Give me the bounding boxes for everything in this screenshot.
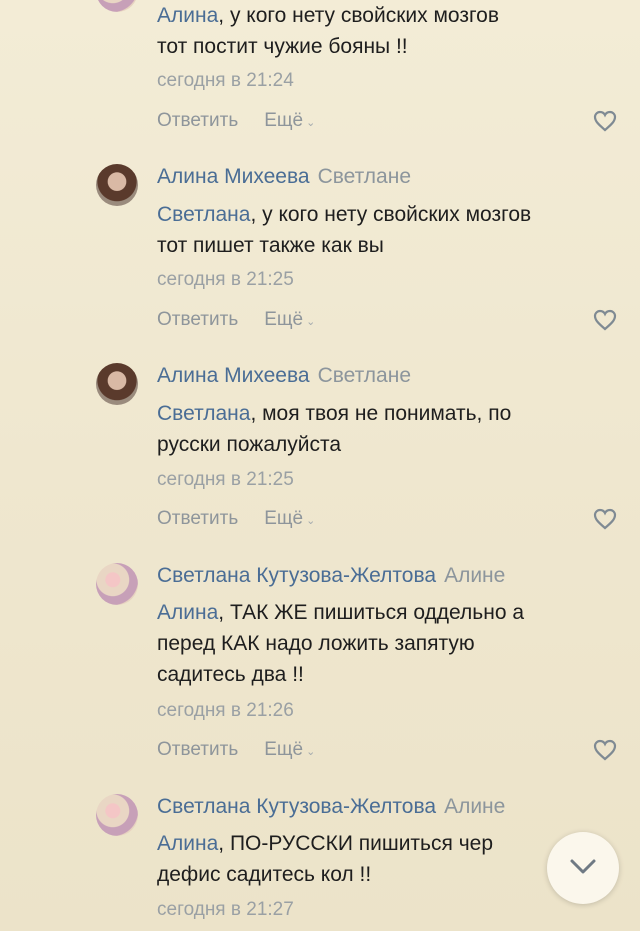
- author-name[interactable]: Светлана Кутузова-Желтова: [157, 564, 436, 587]
- heart-outline-icon[interactable]: [593, 739, 617, 761]
- comment-actions: Ответить Ещё ⌄: [157, 739, 315, 761]
- comment-actions: Ответить Ещё ⌄: [157, 110, 315, 132]
- comment-header: Алина Михеева Светлане: [157, 165, 411, 189]
- chevron-down-icon: ⌄: [306, 316, 316, 328]
- author-name[interactable]: Алина Михеева: [157, 364, 310, 387]
- avatar[interactable]: [96, 164, 138, 206]
- more-button[interactable]: Ещё ⌄: [264, 739, 315, 760]
- mention-link[interactable]: Светлана: [157, 203, 250, 226]
- comment-text: Светлана, у кого нету свойских мозгов то…: [157, 203, 532, 257]
- reply-button[interactable]: Ответить: [157, 508, 238, 529]
- reply-to[interactable]: Светлане: [318, 364, 411, 387]
- author-name[interactable]: Алина Михеева: [157, 165, 310, 188]
- comment-actions: Ответить Ещё ⌄: [157, 508, 315, 530]
- reply-button[interactable]: Ответить: [157, 309, 238, 330]
- comment-text: Алина, ТАК ЖЕ пишиться оддельно а перед …: [157, 601, 525, 686]
- comment-text: Светлана, моя твоя не понимать, по русск…: [157, 402, 512, 456]
- avatar[interactable]: [96, 563, 138, 605]
- mention-link[interactable]: Алина: [157, 4, 218, 27]
- scroll-down-button[interactable]: [547, 832, 619, 904]
- reply-button[interactable]: Ответить: [157, 739, 238, 760]
- avatar[interactable]: [96, 0, 138, 12]
- heart-outline-icon[interactable]: [593, 110, 617, 132]
- avatar[interactable]: [96, 794, 138, 836]
- mention-link[interactable]: Алина: [157, 832, 218, 855]
- more-button[interactable]: Ещё ⌄: [264, 309, 315, 330]
- timestamp: сегодня в 21:27: [157, 899, 294, 920]
- chevron-down-icon: ⌄: [306, 515, 316, 527]
- reply-to[interactable]: Светлане: [318, 165, 411, 188]
- reply-to[interactable]: Алине: [444, 564, 505, 587]
- chevron-down-icon: ⌄: [306, 746, 316, 758]
- reply-to[interactable]: Алине: [444, 795, 505, 818]
- heart-outline-icon[interactable]: [593, 508, 617, 530]
- more-button[interactable]: Ещё ⌄: [264, 508, 315, 529]
- author-name[interactable]: Светлана Кутузова-Желтова: [157, 795, 436, 818]
- comment-text: Алина, у кого нету свойских мозгов тот п…: [157, 4, 499, 58]
- comment-header: Алина Михеева Светлане: [157, 364, 411, 388]
- chevron-down-icon: [570, 859, 596, 874]
- comment-actions: Ответить Ещё ⌄: [157, 309, 315, 331]
- timestamp: сегодня в 21:24: [157, 70, 294, 91]
- chevron-down-icon: ⌄: [306, 117, 316, 129]
- timestamp: сегодня в 21:26: [157, 700, 294, 721]
- mention-link[interactable]: Алина: [157, 601, 218, 624]
- timestamp: сегодня в 21:25: [157, 269, 294, 290]
- timestamp: сегодня в 21:25: [157, 469, 294, 490]
- comment-header: Светлана Кутузова-Желтова Алине: [157, 564, 505, 588]
- mention-link[interactable]: Светлана: [157, 402, 250, 425]
- heart-outline-icon[interactable]: [593, 309, 617, 331]
- reply-button[interactable]: Ответить: [157, 110, 238, 131]
- avatar[interactable]: [96, 363, 138, 405]
- more-button[interactable]: Ещё ⌄: [264, 110, 315, 131]
- comment-header: Светлана Кутузова-Желтова Алине: [157, 795, 505, 819]
